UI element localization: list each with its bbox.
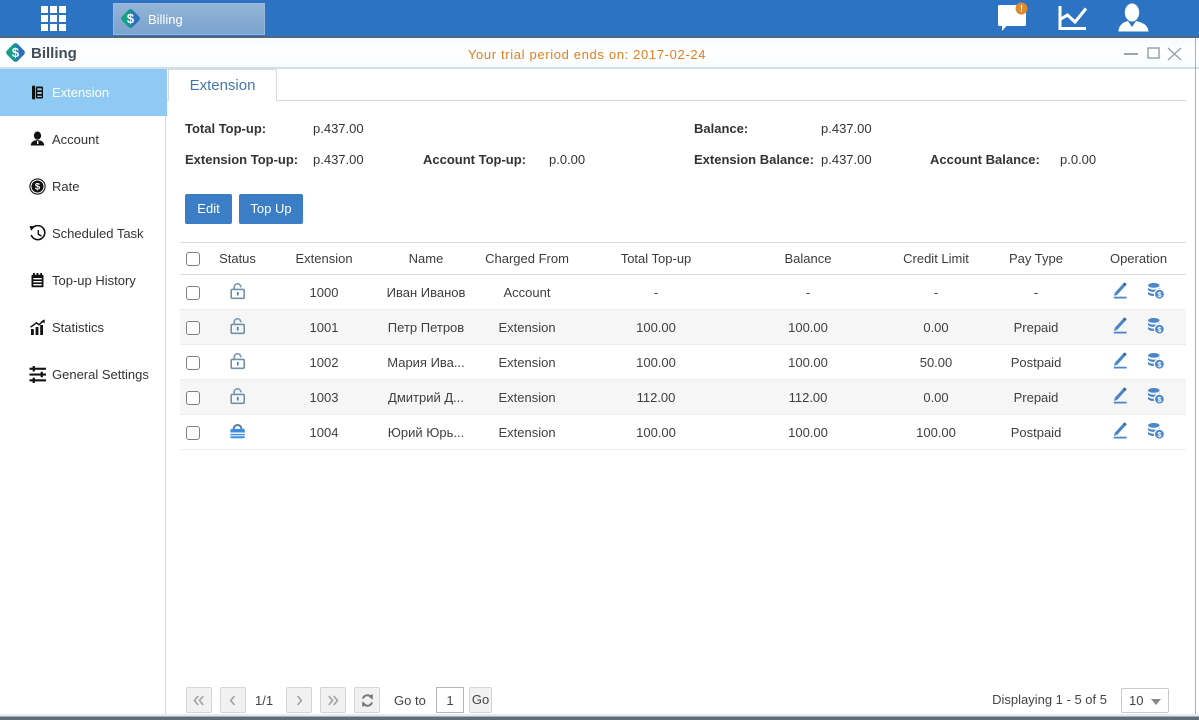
svg-text:$: $ bbox=[35, 182, 41, 193]
svg-text:!: ! bbox=[1020, 4, 1023, 14]
